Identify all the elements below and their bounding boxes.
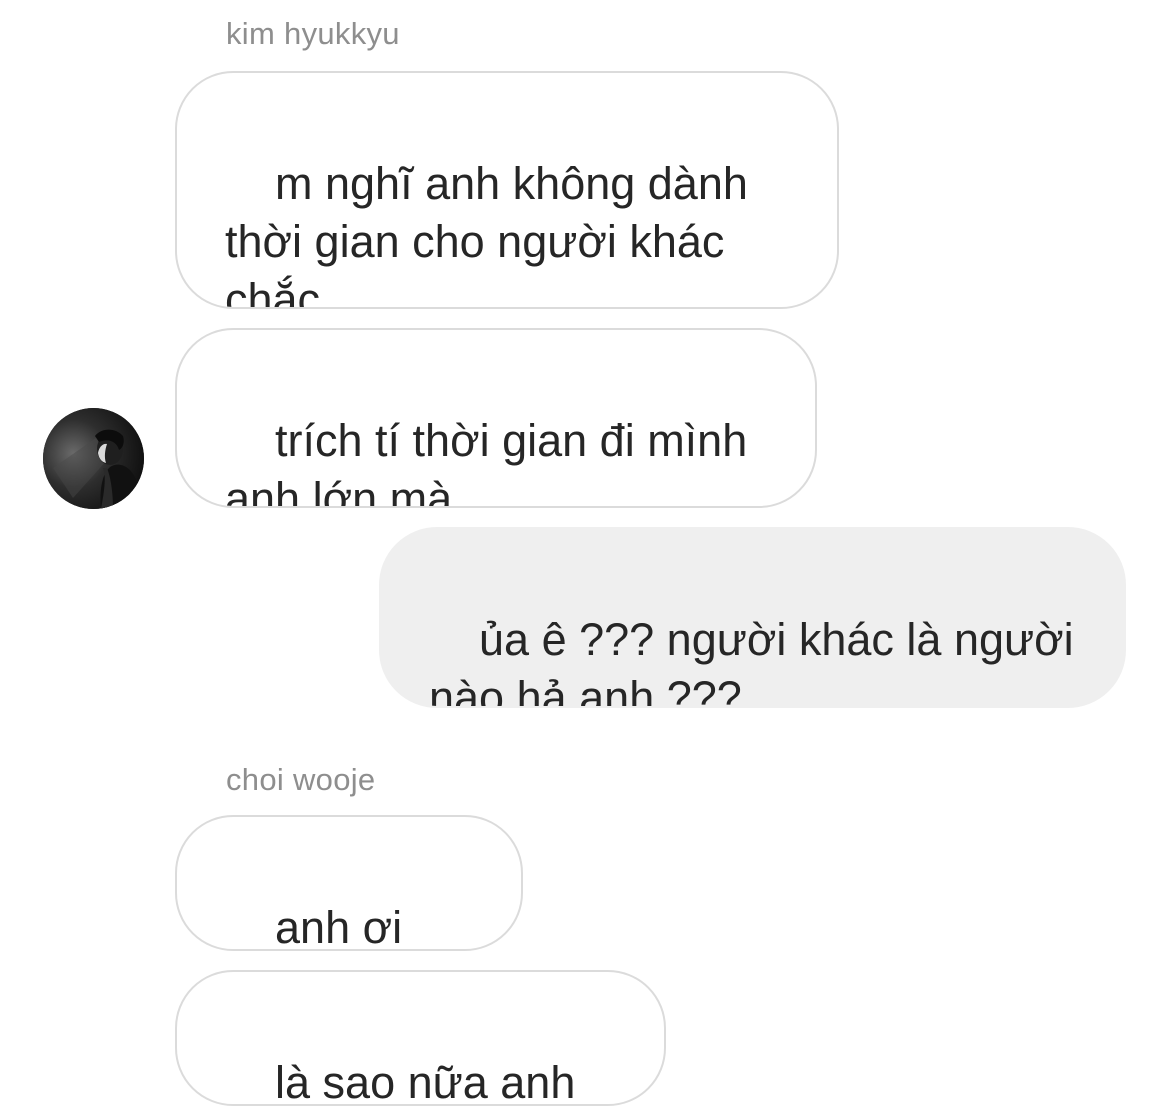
received-message-bubble[interactable]: anh ơi ???? [175, 815, 523, 951]
message-text: m nghĩ anh không dành thời gian cho ngườ… [225, 158, 748, 309]
avatar[interactable] [43, 408, 144, 509]
received-message-bubble[interactable]: là sao nữa anh ha [175, 970, 666, 1106]
sent-message-bubble[interactable]: ủa ê ??? người khác là người nào hả anh … [379, 527, 1126, 708]
profile-photo-icon [43, 408, 144, 509]
message-text: là sao nữa anh ha [275, 1057, 576, 1106]
received-message-bubble[interactable]: m nghĩ anh không dành thời gian cho ngườ… [175, 71, 839, 309]
message-text: ủa ê ??? người khác là người nào hả anh … [429, 614, 1074, 708]
message-text: anh ơi ???? [275, 902, 403, 951]
sender-name: choi wooje [226, 762, 376, 797]
message-text: trích tí thời gian đi mình anh lớn mà [225, 415, 748, 508]
received-message-bubble[interactable]: trích tí thời gian đi mình anh lớn mà [175, 328, 817, 508]
sender-name: kim hyukkyu [226, 16, 400, 51]
